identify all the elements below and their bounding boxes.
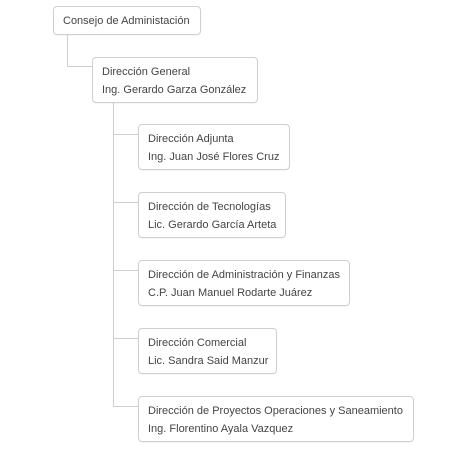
connector-child-2 [113,270,139,271]
org-node-person: Ing. Gerardo Garza González [102,84,247,96]
connector-child-1 [113,202,139,203]
org-node-title: Dirección de Proyectos Operaciones y San… [148,405,403,417]
org-node-direccion-comercial[interactable]: Dirección Comercial Lic. Sandra Said Man… [138,328,277,374]
org-node-person: Ing. Juan José Flores Cruz [148,151,280,163]
org-node-direccion-general[interactable]: Dirección General Ing. Gerardo Garza Gon… [92,57,258,103]
connector-child-3 [113,338,139,339]
connector-root-horizontal [67,66,93,67]
org-node-direccion-tecnologias[interactable]: Dirección de Tecnologías Lic. Gerardo Ga… [138,192,286,238]
org-node-person: Lic. Sandra Said Manzur [148,355,269,367]
org-node-title: Dirección de Tecnologías [148,201,271,213]
org-node-title: Dirección de Administración y Finanzas [148,269,340,281]
org-node-person: C.P. Juan Manuel Rodarte Juárez [148,287,313,299]
connector-child-0 [113,134,139,135]
org-node-person: Ing. Florentino Ayala Vazquez [148,423,294,435]
org-node-title: Dirección General [102,66,191,78]
connector-root-vertical [67,35,68,67]
org-node-title: Dirección Adjunta [148,133,234,145]
org-node-consejo[interactable]: Consejo de Administación [53,6,201,35]
org-node-title: Dirección Comercial [148,337,247,349]
org-node-person: Lic. Gerardo García Arteta [148,219,277,231]
connector-child-4 [113,406,139,407]
connector-general-vertical [113,103,114,406]
org-chart: Consejo de Administación Dirección Gener… [0,0,466,449]
org-node-direccion-adjunta[interactable]: Dirección Adjunta Ing. Juan José Flores … [138,124,290,170]
org-node-label: Consejo de Administación [63,15,190,27]
org-node-direccion-administracion-finanzas[interactable]: Dirección de Administración y Finanzas C… [138,260,350,306]
org-node-direccion-proyectos-operaciones[interactable]: Dirección de Proyectos Operaciones y San… [138,396,414,442]
